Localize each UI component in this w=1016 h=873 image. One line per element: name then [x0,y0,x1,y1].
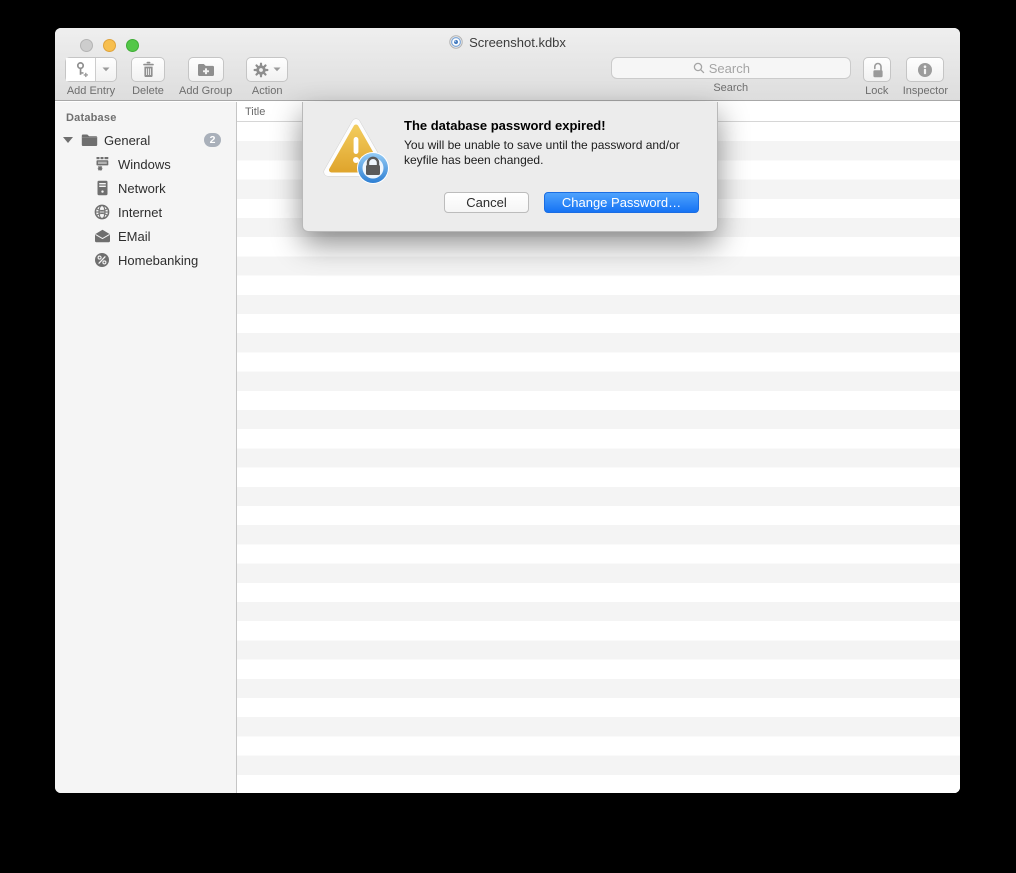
lock-label: Lock [865,85,889,97]
sidebar-item-label: Homebanking [118,252,199,268]
search-label: Search [713,82,749,94]
delete-button[interactable] [131,57,165,82]
sidebar-item-network[interactable]: Network [55,176,236,200]
change-password-button[interactable]: Change Password… [544,192,699,213]
sidebar-item-label: Windows [118,156,171,172]
network-group-icon [93,179,111,197]
sidebar-item-label: Internet [118,204,163,220]
close-button[interactable] [80,39,93,52]
percent-icon [93,251,111,269]
sidebar-item-label: Network [118,180,166,196]
gear-icon [253,62,269,77]
sidebar-item-label: EMail [118,228,151,244]
action-label: Action [251,85,283,97]
entry-count-badge: 2 [204,133,221,147]
sidebar: Database General 2 Windows Network Inter… [55,102,237,793]
sidebar-item-homebanking[interactable]: Homebanking [55,248,236,272]
password-expired-dialog: The database password expired! You will … [302,102,718,232]
delete-label: Delete [132,85,164,97]
add-entry-item: Add Entry [65,57,117,97]
delete-item: Delete [131,57,165,97]
unlocked-padlock-icon [873,62,883,77]
add-group-button[interactable] [187,57,224,82]
add-entry-button[interactable] [65,57,117,82]
toolbar-left-group: Add Entry Delete Add Group Action [65,57,289,97]
toolbar-right-group: Search Lock [610,57,948,97]
sidebar-item-email[interactable]: EMail [55,224,236,248]
search-item: Search [610,57,851,97]
lock-item: Lock [862,57,891,97]
warning-lock-icon [321,115,391,185]
add-entry-dropdown[interactable] [96,58,116,81]
info-icon [918,62,933,77]
action-button[interactable] [246,57,289,82]
sidebar-item-internet[interactable]: Internet [55,200,236,224]
cancel-button[interactable]: Cancel [444,192,529,213]
chevron-down-icon [102,67,110,72]
windows-group-icon [93,155,111,173]
folder-plus-icon [197,64,214,76]
search-field[interactable] [610,57,851,79]
add-group-item: Add Group [179,57,232,97]
window-chrome: Screenshot.kdbx Add Entry Delete Add Gro… [55,28,960,101]
traffic-lights [80,39,139,52]
sidebar-section-header: Database [66,112,117,124]
key-plus-icon [66,58,96,81]
disclosure-triangle-icon[interactable] [63,137,73,143]
search-input[interactable] [708,60,769,76]
sidebar-item-windows[interactable]: Windows [55,152,236,176]
action-item: Action [246,57,289,97]
inspector-label: Inspector [902,85,948,97]
minimize-button[interactable] [103,39,116,52]
dialog-message: You will be unable to save until the pas… [404,138,680,167]
sidebar-item-label: General [104,132,151,148]
inspector-item: Inspector [903,57,948,97]
globe-icon [93,203,111,221]
toolbar: Add Entry Delete Add Group Action Search… [55,57,960,99]
app-window: Screenshot.kdbx Add Entry Delete Add Gro… [55,28,960,793]
chevron-down-icon [273,67,281,72]
column-header-label: Title [245,105,266,118]
trash-icon [142,61,154,77]
dialog-title: The database password expired! [404,118,606,133]
add-group-label: Add Group [179,85,233,97]
titlebar: Screenshot.kdbx [205,28,810,56]
folder-icon [80,131,98,149]
envelope-icon [93,227,111,245]
search-icon [693,62,705,74]
document-proxy-icon[interactable] [449,35,463,49]
lock-button[interactable] [862,57,891,82]
sidebar-item-general[interactable]: General 2 [55,128,236,152]
zoom-button[interactable] [126,39,139,52]
add-entry-label: Add Entry [66,85,116,97]
window-title: Screenshot.kdbx [469,34,566,50]
inspector-button[interactable] [906,57,945,82]
